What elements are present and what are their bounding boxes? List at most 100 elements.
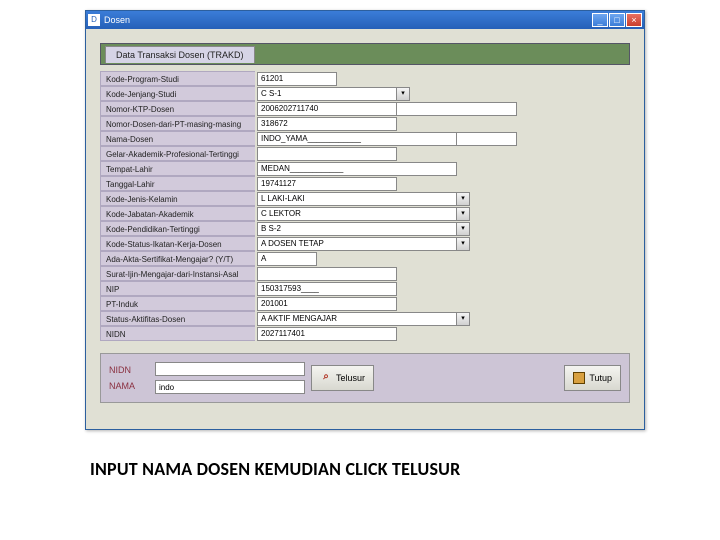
field-input[interactable] (257, 117, 397, 131)
telusur-label: Telusur (336, 373, 365, 383)
field-label: Kode-Jenjang-Studi (100, 86, 255, 101)
form-row: Gelar-Akademik-Profesional-Tertinggi (100, 146, 630, 161)
exit-icon (573, 372, 585, 384)
field-input[interactable] (257, 297, 397, 311)
dosen-window: D Dosen _ □ × Data Transaksi Dosen (TRAK… (85, 10, 645, 430)
maximize-button[interactable]: □ (609, 13, 625, 27)
close-button[interactable]: × (626, 13, 642, 27)
form-row: Tanggal-Lahir (100, 176, 630, 191)
field-input-wrap: ▾ (255, 236, 630, 251)
field-input[interactable] (257, 267, 397, 281)
field-label: Surat-Ijin-Mengajar-dari-Instansi-Asal (100, 266, 255, 281)
window-title: Dosen (104, 15, 592, 25)
field-input-wrap (255, 251, 630, 266)
chevron-down-icon[interactable]: ▾ (456, 207, 470, 221)
search-nama-label: NAMA (109, 381, 149, 391)
form-row: Nama-Dosen (100, 131, 630, 146)
field-label: PT-Induk (100, 296, 255, 311)
field-input-wrap (255, 296, 630, 311)
field-label: NIP (100, 281, 255, 296)
field-input[interactable] (257, 102, 397, 116)
field-input-wrap (255, 131, 630, 146)
section-header: Data Transaksi Dosen (TRAKD) (100, 43, 630, 65)
form-row: PT-Induk (100, 296, 630, 311)
field-input[interactable] (257, 72, 337, 86)
slide-caption: INPUT NAMA DOSEN KEMUDIAN CLICK TELUSUR (90, 458, 460, 480)
field-label: Kode-Pendidikan-Tertinggi (100, 221, 255, 236)
form-row: Status-Aktifitas-Dosen ▾ (100, 311, 630, 326)
field-input[interactable] (257, 327, 397, 341)
chevron-down-icon[interactable]: ▾ (456, 312, 470, 326)
search-nidn-label: NIDN (109, 365, 149, 375)
field-input[interactable] (257, 177, 397, 191)
field-extension (397, 102, 517, 116)
tutup-button[interactable]: Tutup (564, 365, 621, 391)
form-row: Kode-Jenjang-Studi ▾ (100, 86, 630, 101)
telusur-button[interactable]: ⌕ Telusur (311, 365, 374, 391)
field-label: Nomor-Dosen-dari-PT-masing-masing (100, 116, 255, 131)
field-label: Ada-Akta-Sertifikat-Mengajar? (Y/T) (100, 251, 255, 266)
field-extension (457, 132, 517, 146)
field-input-wrap (255, 176, 630, 191)
chevron-down-icon[interactable]: ▾ (456, 237, 470, 251)
field-label: Kode-Program-Studi (100, 71, 255, 86)
field-input-wrap (255, 71, 630, 86)
field-input-wrap (255, 101, 630, 116)
field-input[interactable] (257, 252, 317, 266)
field-input[interactable] (257, 147, 397, 161)
field-input[interactable] (257, 282, 397, 296)
field-input-wrap (255, 161, 630, 176)
search-nama-input[interactable] (155, 380, 305, 394)
field-input-wrap: ▾ (255, 311, 630, 326)
field-input[interactable] (257, 312, 457, 326)
field-label: Kode-Status-Ikatan-Kerja-Dosen (100, 236, 255, 251)
field-label: Status-Aktifitas-Dosen (100, 311, 255, 326)
search-nidn-input[interactable] (155, 362, 305, 376)
field-label: Nomor-KTP-Dosen (100, 101, 255, 116)
search-panel: NIDN NAMA ⌕ Telusur Tutup (100, 353, 630, 403)
form-row: Tempat-Lahir (100, 161, 630, 176)
section-tab: Data Transaksi Dosen (TRAKD) (105, 46, 255, 63)
field-input[interactable] (257, 162, 457, 176)
field-label: Tanggal-Lahir (100, 176, 255, 191)
form-row: NIDN (100, 326, 630, 341)
field-label: Tempat-Lahir (100, 161, 255, 176)
field-input[interactable] (257, 192, 457, 206)
form-row: Kode-Jenis-Kelamin ▾ (100, 191, 630, 206)
form-row: Surat-Ijin-Mengajar-dari-Instansi-Asal (100, 266, 630, 281)
form-row: NIP (100, 281, 630, 296)
chevron-down-icon[interactable]: ▾ (396, 87, 410, 101)
chevron-down-icon[interactable]: ▾ (456, 192, 470, 206)
field-input[interactable] (257, 237, 457, 251)
field-label: Kode-Jabatan-Akademik (100, 206, 255, 221)
field-input-wrap: ▾ (255, 206, 630, 221)
field-label: NIDN (100, 326, 255, 341)
chevron-down-icon[interactable]: ▾ (456, 222, 470, 236)
tutup-label: Tutup (589, 373, 612, 383)
field-input-wrap (255, 326, 630, 341)
field-input-wrap (255, 146, 630, 161)
form-row: Nomor-Dosen-dari-PT-masing-masing (100, 116, 630, 131)
field-input-wrap: ▾ (255, 221, 630, 236)
form-row: Kode-Jabatan-Akademik ▾ (100, 206, 630, 221)
field-input-wrap (255, 266, 630, 281)
form-area: Kode-Program-StudiKode-Jenjang-Studi ▾ Nom… (100, 71, 630, 341)
app-icon: D (88, 14, 100, 26)
field-input-wrap: ▾ (255, 191, 630, 206)
field-label: Kode-Jenis-Kelamin (100, 191, 255, 206)
field-input[interactable] (257, 207, 457, 221)
minimize-button[interactable]: _ (592, 13, 608, 27)
search-icon: ⌕ (320, 372, 332, 384)
field-input[interactable] (257, 222, 457, 236)
form-row: Ada-Akta-Sertifikat-Mengajar? (Y/T) (100, 251, 630, 266)
titlebar[interactable]: D Dosen _ □ × (86, 11, 644, 29)
field-input-wrap (255, 116, 630, 131)
form-row: Nomor-KTP-Dosen (100, 101, 630, 116)
form-row: Kode-Status-Ikatan-Kerja-Dosen ▾ (100, 236, 630, 251)
form-row: Kode-Program-Studi (100, 71, 630, 86)
field-label: Gelar-Akademik-Profesional-Tertinggi (100, 146, 255, 161)
field-input-wrap (255, 281, 630, 296)
field-input-wrap: ▾ (255, 86, 630, 101)
field-input[interactable] (257, 132, 457, 146)
field-input[interactable] (257, 87, 397, 101)
